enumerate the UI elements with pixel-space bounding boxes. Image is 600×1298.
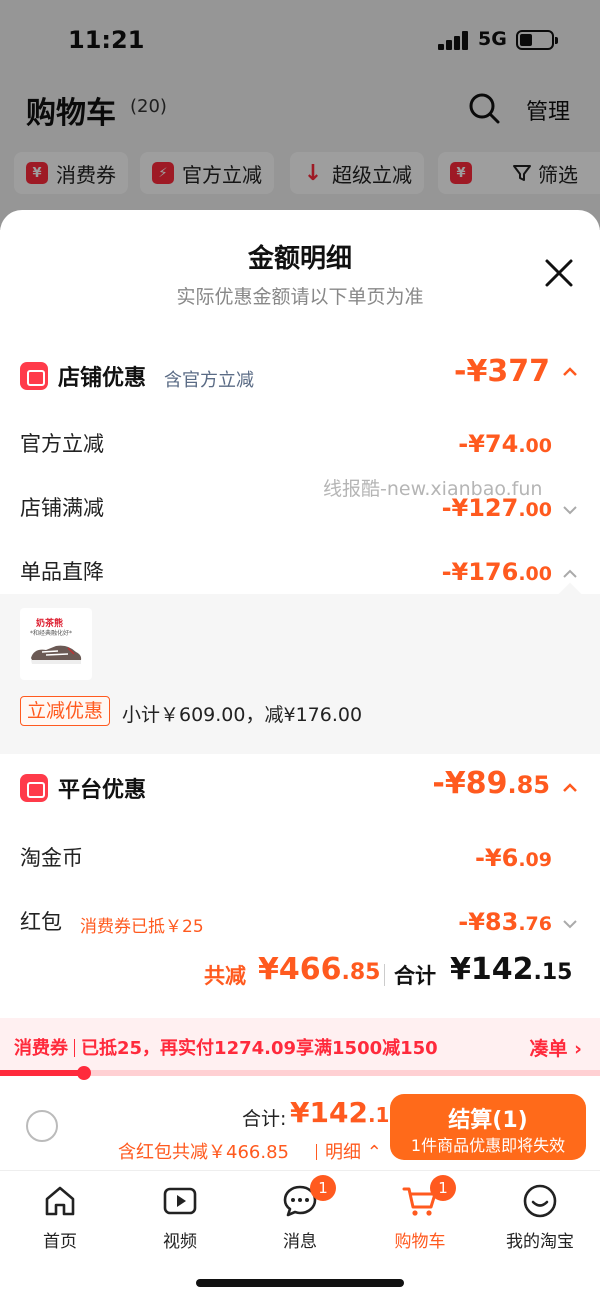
checkout-button[interactable]: 结算(1) 1件商品优惠即将失效 [390, 1094, 586, 1160]
modal-overlay[interactable] [0, 0, 600, 230]
product-thumbnail[interactable]: 奶茶熊 *和经典融化好* [20, 608, 92, 680]
tab-label: 首页 [43, 1232, 77, 1252]
row-official-discount: 官方立减 -¥74.00 [0, 420, 600, 470]
divider [384, 964, 385, 986]
store-discount-header[interactable]: 店铺优惠 含官方立减 -¥377 [0, 354, 600, 404]
platform-discount-amount: -¥89.85 [432, 766, 550, 801]
voucher-text: 消费券 已抵25，再实付1274.09享满1500减150 [14, 1038, 438, 1059]
sheet-subtitle: 实际优惠金额请以下单页为准 [176, 286, 424, 308]
select-all-radio[interactable] [26, 1110, 58, 1142]
tab-label: 购物车 [394, 1232, 446, 1252]
tab-home[interactable]: 首页 [0, 1179, 120, 1252]
profile-icon [523, 1184, 557, 1218]
tab-cart[interactable]: 1 购物车 [360, 1175, 480, 1252]
total-discount-label: 共减 [204, 964, 246, 988]
store-icon [20, 362, 48, 390]
total-amount: ¥142.15 [450, 952, 573, 987]
row-note: 消费券已抵￥25 [80, 917, 204, 937]
checkout-bar: 合计: ¥142.15 含红包共减￥466.85 明细 ⌃ 结算(1) 1件商品… [0, 1086, 600, 1170]
store-discount-amount: -¥377 [454, 354, 550, 389]
platform-discount-title: 平台优惠 [58, 778, 147, 803]
totals-line: 共减 ¥466.85 合计 ¥142.15 [0, 950, 600, 1000]
chevron-down-icon [563, 920, 577, 929]
row-amount: -¥6.09 [474, 844, 552, 872]
chevron-up-icon [563, 783, 577, 792]
tab-profile[interactable]: 我的淘宝 [480, 1179, 600, 1252]
detail-toggle[interactable]: 明细 ⌃ [316, 1138, 382, 1164]
chevron-up-icon [563, 367, 577, 376]
platform-discount-header[interactable]: 平台优惠 -¥89.85 [0, 766, 600, 816]
row-label: 店铺满减 [20, 496, 104, 520]
voucher-bar: 消费券 已抵25，再实付1274.09享满1500减150 凑单 › [0, 1018, 600, 1076]
row-label: 官方立减 [20, 432, 104, 456]
platform-coupon-icon [20, 774, 48, 802]
checkout-total-amount: ¥142.15 [290, 1096, 404, 1129]
row-taojinbi: 淘金币 -¥6.09 [0, 834, 600, 884]
row-amount: -¥74.00 [458, 430, 552, 458]
row-label: 淘金币 [20, 846, 83, 870]
tab-label: 我的淘宝 [506, 1232, 574, 1252]
item-detail-block: 奶茶熊 *和经典融化好* 立减优惠 小计￥609.00，减¥176.00 [0, 594, 600, 754]
checkout-discount-note: 含红包共减￥466.85 [118, 1142, 289, 1163]
row-red-packet[interactable]: 红包 消费券已抵￥25 -¥83.76 [0, 898, 600, 948]
progress-fill [0, 1070, 84, 1076]
total-discount-amount: ¥466.85 [258, 952, 381, 987]
tab-label: 消息 [283, 1232, 317, 1252]
sheet-title: 金额明细 [247, 244, 352, 274]
video-icon [163, 1187, 197, 1215]
watermark: 线报酷-new.xianbao.fun [323, 478, 543, 500]
row-amount: -¥176.00 [441, 558, 552, 586]
instant-discount-tag: 立减优惠 [20, 696, 111, 726]
store-discount-title: 店铺优惠 [58, 366, 147, 391]
close-icon[interactable] [544, 258, 574, 288]
store-discount-note: 含官方立减 [164, 370, 254, 391]
tab-video[interactable]: 视频 [120, 1179, 240, 1252]
row-amount: -¥83.76 [458, 908, 552, 936]
chevron-down-icon [563, 506, 577, 515]
amount-detail-sheet: 金额明细 实际优惠金额请以下单页为准 店铺优惠 含官方立减 -¥377 官方立减… [0, 210, 600, 1170]
row-label: 红包 [20, 910, 62, 934]
cart-badge: 1 [430, 1175, 456, 1201]
progress-dot [77, 1066, 91, 1080]
thumb-subtitle: *和经典融化好* [30, 630, 73, 637]
tab-label: 视频 [163, 1232, 197, 1252]
checkout-button-sub: 1件商品优惠即将失效 [410, 1136, 566, 1155]
message-badge: 1 [310, 1175, 336, 1201]
home-indicator [196, 1279, 404, 1287]
bottom-tab-bar: 首页 视频 1 消息 1 购物车 我的淘宝 [0, 1170, 600, 1298]
sneaker-image [31, 645, 82, 664]
checkout-total-label: 合计: [242, 1108, 287, 1130]
home-icon [45, 1186, 75, 1216]
chevron-up-icon [563, 569, 577, 578]
row-label: 单品直降 [20, 560, 104, 584]
checkout-button-label: 结算(1) [448, 1108, 528, 1133]
row-item-direct-reduction[interactable]: 单品直降 -¥176.00 [0, 548, 600, 598]
total-label: 合计 [394, 964, 436, 988]
chevron-up-icon: ⌃ [366, 1142, 382, 1163]
tab-messages[interactable]: 1 消息 [240, 1175, 360, 1252]
voucher-progress [0, 1066, 600, 1080]
item-subtotal: 小计￥609.00，减¥176.00 [122, 704, 363, 726]
add-items-link[interactable]: 凑单 › [530, 1034, 582, 1061]
